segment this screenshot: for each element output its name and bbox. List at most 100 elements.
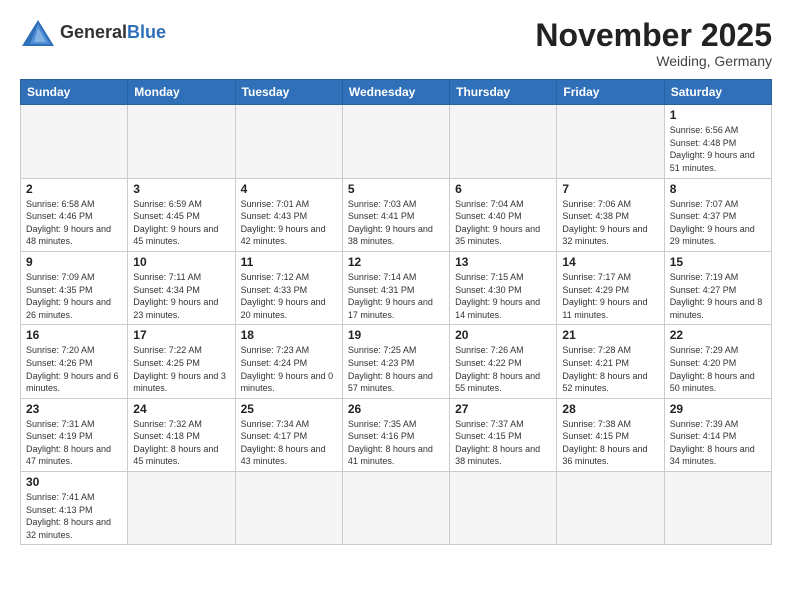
calendar-cell: 9 Sunrise: 7:09 AM Sunset: 4:35 PM Daylig… <box>21 251 128 324</box>
day-info: Sunrise: 7:22 AM Sunset: 4:25 PM Dayligh… <box>133 344 229 394</box>
weekday-header-row: Sunday Monday Tuesday Wednesday Thursday… <box>21 80 772 105</box>
day-info: Sunrise: 7:29 AM Sunset: 4:20 PM Dayligh… <box>670 344 766 394</box>
calendar-cell <box>235 105 342 178</box>
day-number: 1 <box>670 108 766 122</box>
header-friday: Friday <box>557 80 664 105</box>
day-info: Sunrise: 7:28 AM Sunset: 4:21 PM Dayligh… <box>562 344 658 394</box>
day-info: Sunrise: 7:23 AM Sunset: 4:24 PM Dayligh… <box>241 344 337 394</box>
logo-icon <box>20 18 56 48</box>
calendar-cell <box>664 472 771 545</box>
day-info: Sunrise: 7:19 AM Sunset: 4:27 PM Dayligh… <box>670 271 766 321</box>
day-number: 9 <box>26 255 122 269</box>
page: GeneralBlue November 2025 Weiding, Germa… <box>0 0 792 612</box>
day-number: 18 <box>241 328 337 342</box>
day-number: 6 <box>455 182 551 196</box>
week-row-1: 2 Sunrise: 6:58 AM Sunset: 4:46 PM Daylig… <box>21 178 772 251</box>
day-info: Sunrise: 7:11 AM Sunset: 4:34 PM Dayligh… <box>133 271 229 321</box>
day-info: Sunrise: 7:15 AM Sunset: 4:30 PM Dayligh… <box>455 271 551 321</box>
day-info: Sunrise: 6:59 AM Sunset: 4:45 PM Dayligh… <box>133 198 229 248</box>
day-info: Sunrise: 7:25 AM Sunset: 4:23 PM Dayligh… <box>348 344 444 394</box>
title-block: November 2025 Weiding, Germany <box>535 18 772 69</box>
calendar-cell: 1 Sunrise: 6:56 AM Sunset: 4:48 PM Daylig… <box>664 105 771 178</box>
calendar-cell: 17Sunrise: 7:22 AM Sunset: 4:25 PM Dayli… <box>128 325 235 398</box>
day-info: Sunrise: 7:38 AM Sunset: 4:15 PM Dayligh… <box>562 418 658 468</box>
day-info: Sunrise: 6:56 AM Sunset: 4:48 PM Dayligh… <box>670 124 766 174</box>
calendar-cell: 13 Sunrise: 7:15 AM Sunset: 4:30 PM Dayli… <box>450 251 557 324</box>
calendar-cell: 2 Sunrise: 6:58 AM Sunset: 4:46 PM Daylig… <box>21 178 128 251</box>
day-number: 26 <box>348 402 444 416</box>
day-number: 3 <box>133 182 229 196</box>
day-number: 5 <box>348 182 444 196</box>
day-info: Sunrise: 7:26 AM Sunset: 4:22 PM Dayligh… <box>455 344 551 394</box>
calendar-cell: 27Sunrise: 7:37 AM Sunset: 4:15 PM Dayli… <box>450 398 557 471</box>
day-number: 20 <box>455 328 551 342</box>
week-row-0: 1 Sunrise: 6:56 AM Sunset: 4:48 PM Daylig… <box>21 105 772 178</box>
calendar-cell: 18 Sunrise: 7:23 AM Sunset: 4:24 PM Dayli… <box>235 325 342 398</box>
calendar-cell: 5 Sunrise: 7:03 AM Sunset: 4:41 PM Daylig… <box>342 178 449 251</box>
header: GeneralBlue November 2025 Weiding, Germa… <box>20 18 772 69</box>
calendar-cell: 6Sunrise: 7:04 AM Sunset: 4:40 PM Daylig… <box>450 178 557 251</box>
day-info: Sunrise: 7:09 AM Sunset: 4:35 PM Dayligh… <box>26 271 122 321</box>
calendar-cell: 26 Sunrise: 7:35 AM Sunset: 4:16 PM Dayli… <box>342 398 449 471</box>
day-info: Sunrise: 7:17 AM Sunset: 4:29 PM Dayligh… <box>562 271 658 321</box>
calendar-cell: 22 Sunrise: 7:29 AM Sunset: 4:20 PM Dayli… <box>664 325 771 398</box>
day-number: 10 <box>133 255 229 269</box>
calendar-cell: 21 Sunrise: 7:28 AM Sunset: 4:21 PM Dayli… <box>557 325 664 398</box>
header-saturday: Saturday <box>664 80 771 105</box>
day-number: 13 <box>455 255 551 269</box>
day-info: Sunrise: 7:39 AM Sunset: 4:14 PM Dayligh… <box>670 418 766 468</box>
day-number: 29 <box>670 402 766 416</box>
calendar-cell <box>342 105 449 178</box>
calendar-cell: 15Sunrise: 7:19 AM Sunset: 4:27 PM Dayli… <box>664 251 771 324</box>
day-number: 14 <box>562 255 658 269</box>
logo: GeneralBlue <box>20 18 166 48</box>
calendar-cell <box>450 105 557 178</box>
day-number: 7 <box>562 182 658 196</box>
day-number: 11 <box>241 255 337 269</box>
day-number: 28 <box>562 402 658 416</box>
calendar-cell <box>342 472 449 545</box>
day-number: 19 <box>348 328 444 342</box>
day-number: 24 <box>133 402 229 416</box>
header-monday: Monday <box>128 80 235 105</box>
week-row-3: 16 Sunrise: 7:20 AM Sunset: 4:26 PM Dayli… <box>21 325 772 398</box>
day-info: Sunrise: 7:35 AM Sunset: 4:16 PM Dayligh… <box>348 418 444 468</box>
day-info: Sunrise: 7:07 AM Sunset: 4:37 PM Dayligh… <box>670 198 766 248</box>
logo-general: General <box>60 22 127 42</box>
day-number: 25 <box>241 402 337 416</box>
logo-blue: Blue <box>127 22 166 42</box>
calendar-cell: 23 Sunrise: 7:31 AM Sunset: 4:19 PM Dayli… <box>21 398 128 471</box>
calendar-cell <box>128 472 235 545</box>
header-tuesday: Tuesday <box>235 80 342 105</box>
day-number: 4 <box>241 182 337 196</box>
day-number: 30 <box>26 475 122 489</box>
day-number: 21 <box>562 328 658 342</box>
day-info: Sunrise: 7:01 AM Sunset: 4:43 PM Dayligh… <box>241 198 337 248</box>
day-info: Sunrise: 7:32 AM Sunset: 4:18 PM Dayligh… <box>133 418 229 468</box>
calendar-cell: 11 Sunrise: 7:12 AM Sunset: 4:33 PM Dayli… <box>235 251 342 324</box>
day-number: 22 <box>670 328 766 342</box>
day-info: Sunrise: 7:31 AM Sunset: 4:19 PM Dayligh… <box>26 418 122 468</box>
day-info: Sunrise: 7:34 AM Sunset: 4:17 PM Dayligh… <box>241 418 337 468</box>
calendar-cell: 29 Sunrise: 7:39 AM Sunset: 4:14 PM Dayli… <box>664 398 771 471</box>
day-number: 2 <box>26 182 122 196</box>
day-number: 23 <box>26 402 122 416</box>
calendar-cell: 3 Sunrise: 6:59 AM Sunset: 4:45 PM Daylig… <box>128 178 235 251</box>
week-row-5: 30Sunrise: 7:41 AM Sunset: 4:13 PM Dayli… <box>21 472 772 545</box>
calendar-cell: 16 Sunrise: 7:20 AM Sunset: 4:26 PM Dayli… <box>21 325 128 398</box>
day-info: Sunrise: 7:03 AM Sunset: 4:41 PM Dayligh… <box>348 198 444 248</box>
week-row-4: 23 Sunrise: 7:31 AM Sunset: 4:19 PM Dayli… <box>21 398 772 471</box>
day-info: Sunrise: 7:20 AM Sunset: 4:26 PM Dayligh… <box>26 344 122 394</box>
calendar-cell <box>557 105 664 178</box>
logo-text: GeneralBlue <box>60 23 166 43</box>
calendar-cell <box>235 472 342 545</box>
day-number: 16 <box>26 328 122 342</box>
day-info: Sunrise: 7:14 AM Sunset: 4:31 PM Dayligh… <box>348 271 444 321</box>
day-info: Sunrise: 6:58 AM Sunset: 4:46 PM Dayligh… <box>26 198 122 248</box>
day-info: Sunrise: 7:12 AM Sunset: 4:33 PM Dayligh… <box>241 271 337 321</box>
calendar-cell: 12Sunrise: 7:14 AM Sunset: 4:31 PM Dayli… <box>342 251 449 324</box>
calendar-cell: 20 Sunrise: 7:26 AM Sunset: 4:22 PM Dayli… <box>450 325 557 398</box>
calendar-cell: 10 Sunrise: 7:11 AM Sunset: 4:34 PM Dayli… <box>128 251 235 324</box>
location: Weiding, Germany <box>535 53 772 69</box>
day-info: Sunrise: 7:06 AM Sunset: 4:38 PM Dayligh… <box>562 198 658 248</box>
